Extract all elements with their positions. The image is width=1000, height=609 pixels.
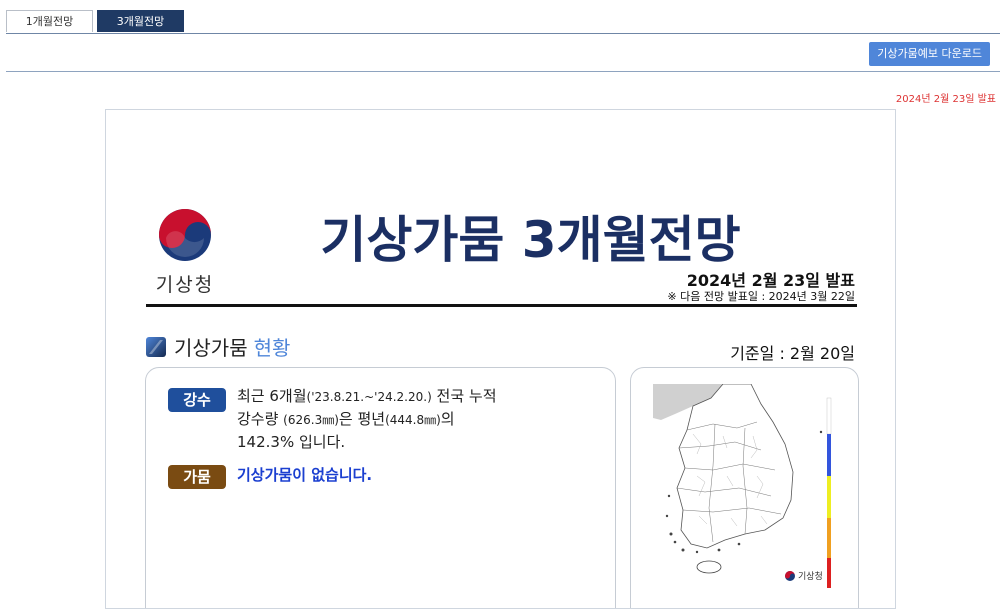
map-panel: 기상청: [630, 367, 859, 608]
org-name: 기상청: [155, 274, 215, 296]
tab-divider: [6, 33, 1000, 34]
korea-map: [653, 383, 832, 588]
jeju-island: [696, 560, 722, 574]
outlook-document: 기상청 기상가뭄 3개월전망 2024년 2월 23일 발표 ※ 다음 전망 발…: [105, 109, 896, 609]
document-title: 기상가뭄 3개월전망: [320, 211, 741, 269]
header-divider: [6, 71, 1000, 72]
tab-bar: 1개월전망 3개월전망: [6, 10, 188, 32]
korea-drought-map: [653, 383, 843, 593]
section-header: 기상가뭄 현황: [146, 332, 290, 361]
rain-badge: 강수: [168, 388, 226, 412]
legend-attention: [827, 434, 831, 476]
section-square-icon: [146, 336, 166, 357]
base-date: 기준일 : 2월 20일: [730, 344, 855, 363]
rain-summary: 최근 6개월('23.8.21.~'24.2.20.) 전국 누적 강수량 (6…: [237, 387, 497, 451]
drought-summary: 기상가뭄이 없습니다.: [237, 466, 373, 484]
next-publication-date: ※ 다음 전망 발표일 : 2024년 3월 22일: [667, 290, 855, 303]
legend-normal: [826, 397, 832, 435]
section-label-highlight: 현황: [253, 336, 291, 360]
issued-date: 2024년 2월 23일 발표: [895, 94, 996, 105]
tab-1month[interactable]: 1개월전망: [6, 10, 93, 32]
section-label: 기상가뭄: [174, 336, 248, 360]
status-panel: 강수 최근 6개월('23.8.21.~'24.2.20.) 전국 누적 강수량…: [145, 367, 616, 608]
title-rule: [146, 304, 857, 307]
map-logo: 기상청: [785, 569, 823, 582]
legend-caution: [827, 476, 831, 518]
tab-3month[interactable]: 3개월전망: [97, 10, 184, 32]
taegeuk-mini-icon: [785, 570, 795, 581]
legend-serious: [827, 558, 831, 588]
download-button[interactable]: 기상가뭄예보 다운로드: [869, 42, 990, 66]
legend-warning: [827, 518, 831, 558]
drought-badge: 가뭄: [168, 465, 226, 489]
